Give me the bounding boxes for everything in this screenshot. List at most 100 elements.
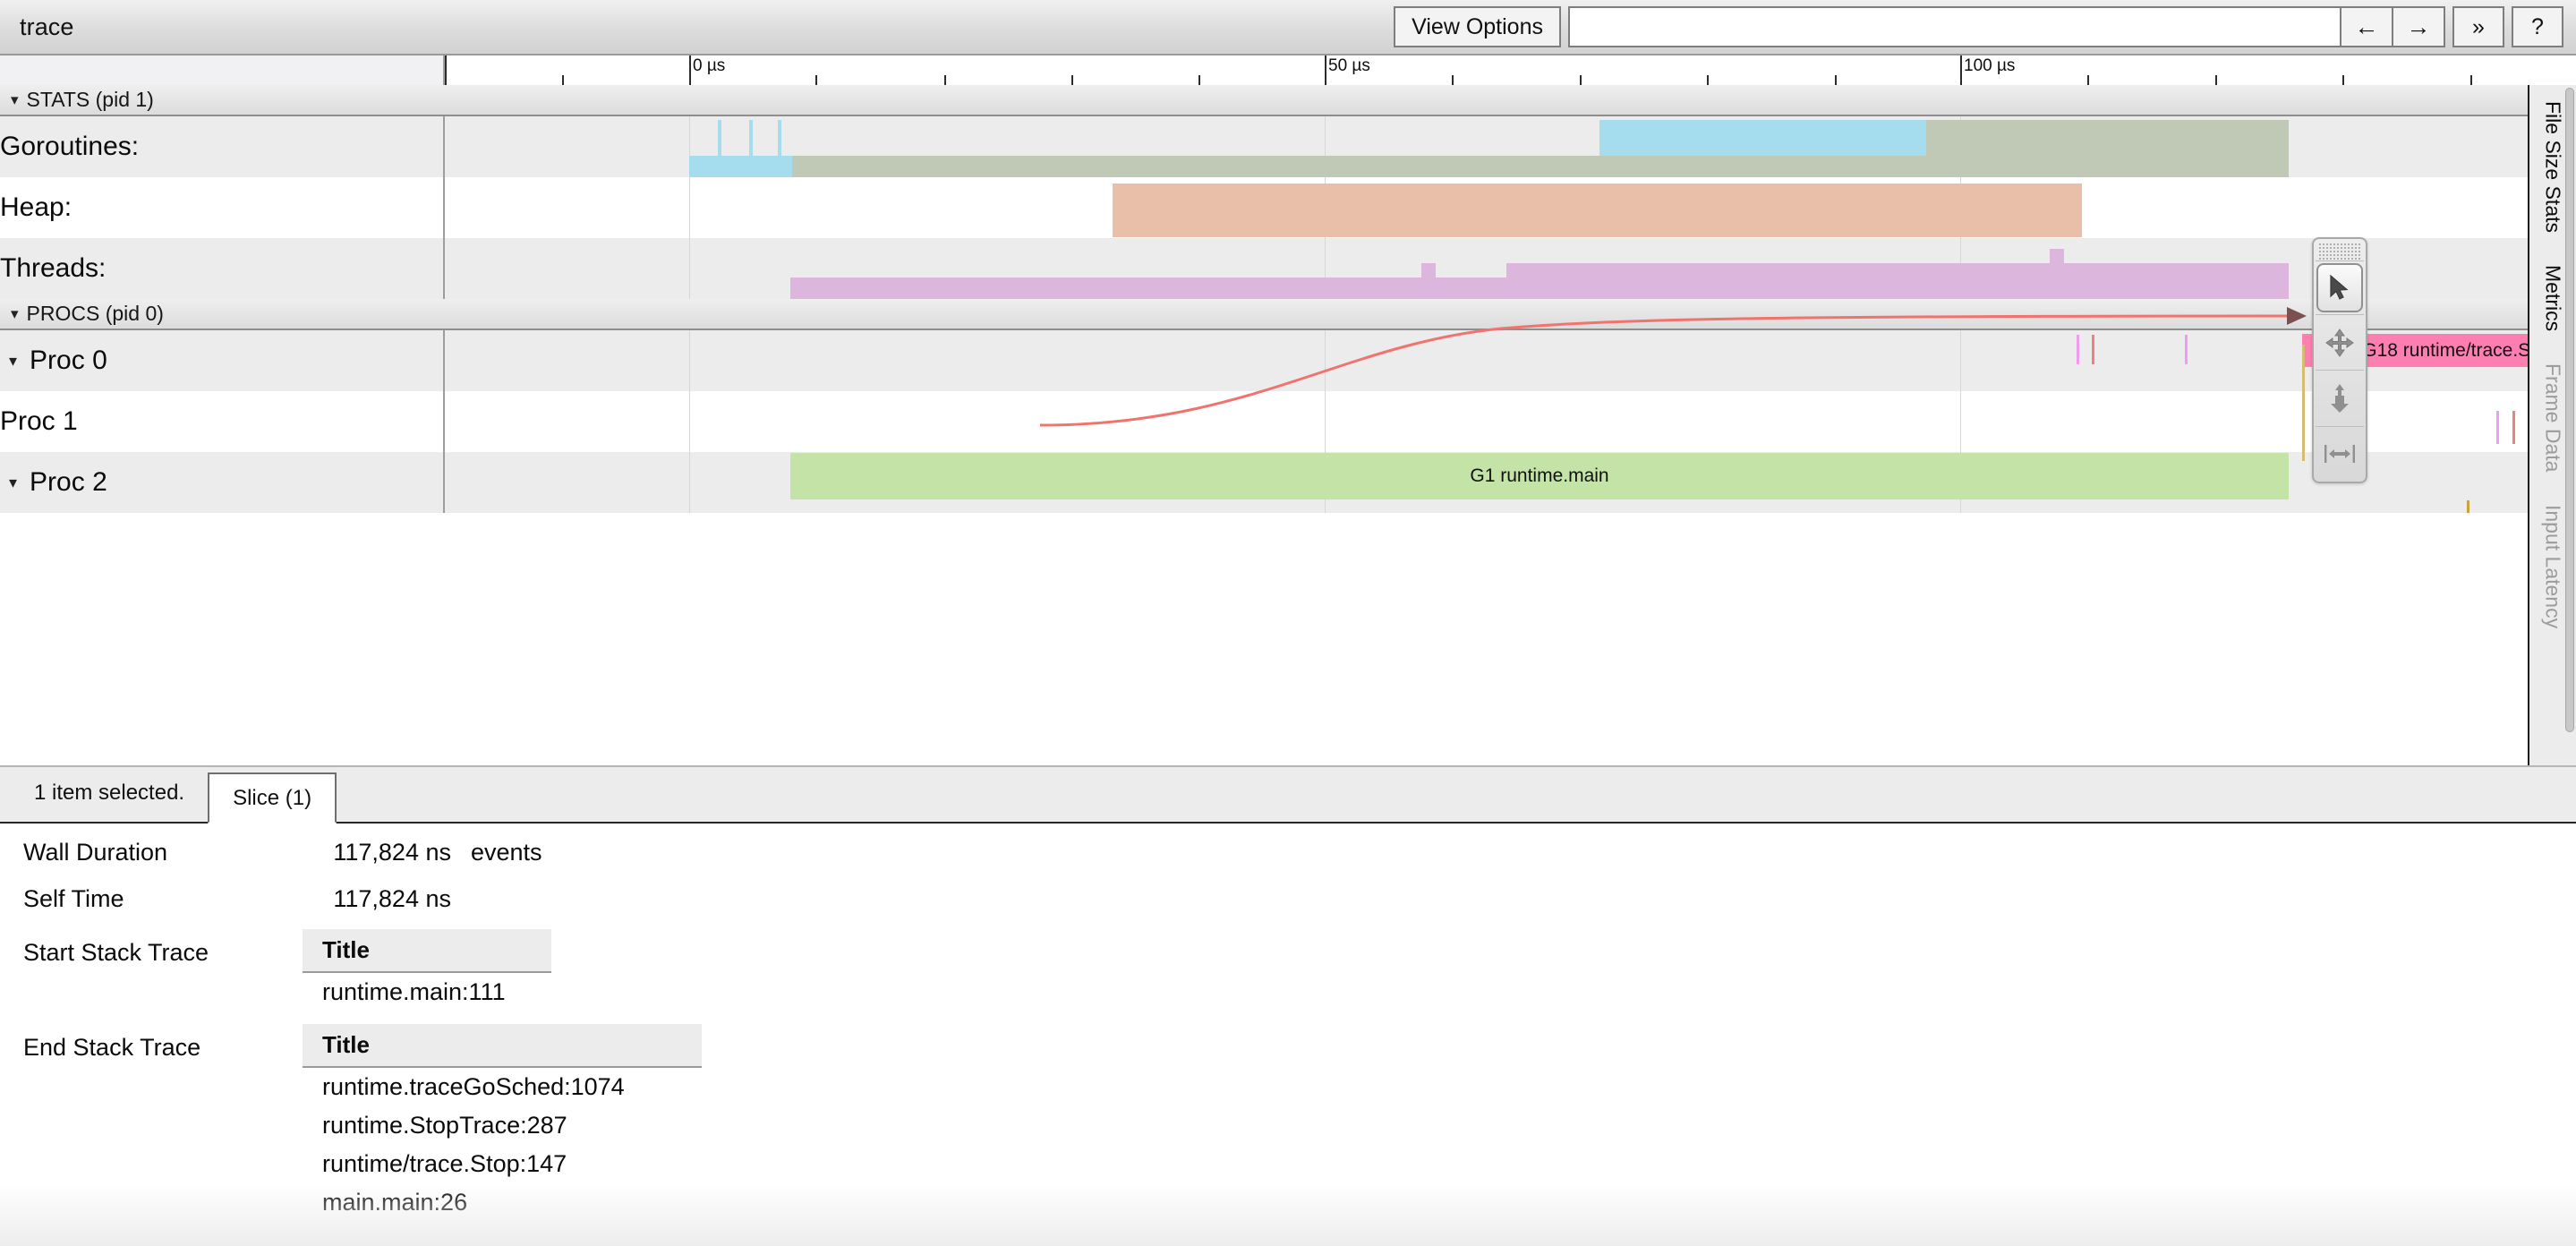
chevron-down-icon[interactable]: ▾	[9, 352, 17, 371]
details-tab-bar: 1 item selected. Slice (1)	[0, 767, 2576, 824]
nav-forward-button[interactable]: →	[2392, 8, 2444, 46]
goroutines-runnable-bar	[1926, 120, 2289, 177]
track-label-proc-2[interactable]: ▾ Proc 2	[0, 452, 445, 513]
ruler-minor-tick	[1707, 75, 1709, 85]
selection-status: 1 item selected.	[34, 781, 185, 805]
ruler-minor-tick	[562, 75, 564, 85]
cursor-arrow-icon	[2330, 275, 2349, 301]
detail-row-self-time: Self Time 117,824 ns	[0, 875, 2576, 922]
chevron-down-icon[interactable]: ▾	[11, 91, 19, 109]
tab-frame-data[interactable]: Frame Data	[2541, 347, 2565, 488]
timeline-tracks[interactable]: ▾ STATS (pid 1) Goroutines: Heap: Thread…	[0, 85, 2528, 765]
instant-marker-line	[2302, 345, 2305, 461]
track-canvas-heap[interactable]	[445, 177, 2528, 238]
overflow-button[interactable]: »	[2452, 6, 2504, 47]
tab-slice[interactable]: Slice (1)	[208, 772, 337, 824]
detail-value: 117,824 ns	[333, 885, 451, 912]
group-label-stats: STATS (pid 1)	[26, 88, 154, 111]
track-canvas-threads[interactable]	[445, 238, 2528, 299]
event-marker	[2092, 335, 2094, 364]
drag-handle-icon[interactable]	[2318, 243, 2361, 260]
group-header-procs[interactable]: ▾ PROCS (pid 0)	[0, 299, 2528, 330]
track-title-proc-0: Proc 0	[30, 346, 107, 375]
horizontal-span-arrow-icon	[2324, 445, 2355, 464]
track-row-goroutines[interactable]: Goroutines:	[0, 116, 2528, 177]
ruler-ticks[interactable]: 0 µs 50 µs 100 µs	[445, 55, 2576, 85]
end-stack-table: Title runtime.traceGoSched:1074 runtime.…	[279, 1024, 702, 1222]
start-stack-table: Title runtime.main:111	[279, 929, 551, 1011]
track-canvas-proc-1[interactable]	[445, 391, 2528, 452]
goroutine-spike	[778, 120, 781, 158]
stack-frame[interactable]: runtime.traceGoSched:1074	[303, 1068, 702, 1106]
ruler-minor-tick	[2342, 75, 2344, 85]
track-row-heap[interactable]: Heap:	[0, 177, 2528, 238]
detail-value: 117,824 ns	[333, 839, 451, 866]
track-canvas-proc-2[interactable]: G1 runtime.main	[445, 452, 2528, 513]
ruler-minor-tick	[1071, 75, 1073, 85]
event-marker	[2512, 411, 2515, 444]
pan-tool-icon[interactable]	[2315, 315, 2365, 370]
top-toolbar: trace View Options ← → » ?	[0, 0, 2576, 55]
detail-key: Wall Duration	[23, 839, 168, 866]
help-button[interactable]: ?	[2512, 6, 2563, 47]
details-body: Wall Duration 117,824 ns events Self Tim…	[0, 824, 2576, 1222]
track-label-goroutines[interactable]: Goroutines:	[0, 116, 445, 177]
track-label-threads[interactable]: Threads:	[0, 238, 445, 299]
zoom-tool-icon[interactable]	[2315, 371, 2365, 425]
goroutine-spike	[749, 120, 753, 158]
ruler-label: 100 µs	[1964, 56, 2016, 75]
chevron-down-icon[interactable]: ▾	[11, 305, 19, 323]
ruler-minor-tick	[1580, 75, 1582, 85]
time-ruler[interactable]: 0 µs 50 µs 100 µs	[0, 55, 2576, 85]
nav-back-button[interactable]: ←	[2340, 8, 2392, 46]
vertical-scrollbar-thumb[interactable]	[2565, 88, 2574, 732]
viewport-tool-palette[interactable]	[2312, 237, 2367, 483]
ruler-minor-tick	[1835, 75, 1837, 85]
stack-column-header: Title	[303, 1024, 702, 1068]
detail-row-start-stack-trace: Start Stack Trace Title runtime.main:111	[0, 929, 2576, 1011]
ruler-minor-tick	[2087, 75, 2089, 85]
group-label-procs: PROCS (pid 0)	[26, 302, 164, 325]
track-row-proc-0[interactable]: ▾ Proc 0 G18 runtime/trace.Start.func1	[0, 330, 2528, 391]
stack-frame[interactable]: runtime.main:111	[303, 973, 551, 1011]
track-row-threads[interactable]: Threads:	[0, 238, 2528, 299]
goroutines-runnable-bar	[792, 156, 1926, 177]
track-canvas-proc-0[interactable]: G18 runtime/trace.Start.func1	[445, 330, 2528, 391]
detail-row-end-stack-trace: End Stack Trace Title runtime.traceGoSch…	[0, 1024, 2576, 1222]
track-row-proc-1[interactable]: Proc 1	[0, 391, 2528, 452]
ruler-minor-tick	[2215, 75, 2217, 85]
ruler-minor-tick	[815, 75, 817, 85]
tab-input-latency[interactable]: Input Latency	[2541, 489, 2565, 644]
app-title: trace	[20, 13, 74, 40]
stack-frame[interactable]: runtime.StopTrace:287	[303, 1106, 702, 1145]
timespan-tool-icon[interactable]	[2315, 427, 2365, 482]
track-row-proc-2[interactable]: ▾ Proc 2 G1 runtime.main	[0, 452, 2528, 513]
track-label-proc-1[interactable]: Proc 1	[0, 391, 445, 452]
select-tool-icon[interactable]	[2316, 262, 2363, 313]
ruler-edge-tick	[445, 55, 447, 85]
ruler-gutter	[0, 55, 445, 85]
chevron-down-icon[interactable]: ▾	[9, 474, 17, 492]
track-title-heap: Heap:	[0, 192, 73, 222]
event-marker	[2185, 335, 2188, 364]
ruler-label: 50 µs	[1328, 56, 1370, 75]
threads-bar	[2050, 249, 2064, 299]
view-options-button[interactable]: View Options	[1394, 6, 1561, 47]
search-input[interactable]	[1570, 8, 2340, 46]
detail-key: End Stack Trace	[23, 1034, 201, 1061]
track-title-threads: Threads:	[0, 253, 107, 283]
slice-g1[interactable]: G1 runtime.main	[790, 453, 2289, 499]
track-canvas-goroutines[interactable]	[445, 116, 2528, 177]
omnibox[interactable]: ← →	[1568, 6, 2445, 47]
tab-file-size-stats[interactable]: File Size Stats	[2541, 85, 2565, 249]
threads-bar	[1421, 263, 1436, 299]
tab-metrics[interactable]: Metrics	[2541, 249, 2565, 347]
stack-frame[interactable]: runtime/trace.Stop:147	[303, 1145, 702, 1183]
details-panel: 1 item selected. Slice (1) Wall Duration…	[0, 765, 2576, 1246]
track-label-proc-0[interactable]: ▾ Proc 0	[0, 330, 445, 391]
goroutines-running-bar	[689, 156, 792, 177]
track-label-heap[interactable]: Heap:	[0, 177, 445, 238]
detail-key: Start Stack Trace	[23, 939, 209, 966]
stack-frame[interactable]: main.main:26	[303, 1183, 702, 1222]
group-header-stats[interactable]: ▾ STATS (pid 1)	[0, 85, 2528, 116]
